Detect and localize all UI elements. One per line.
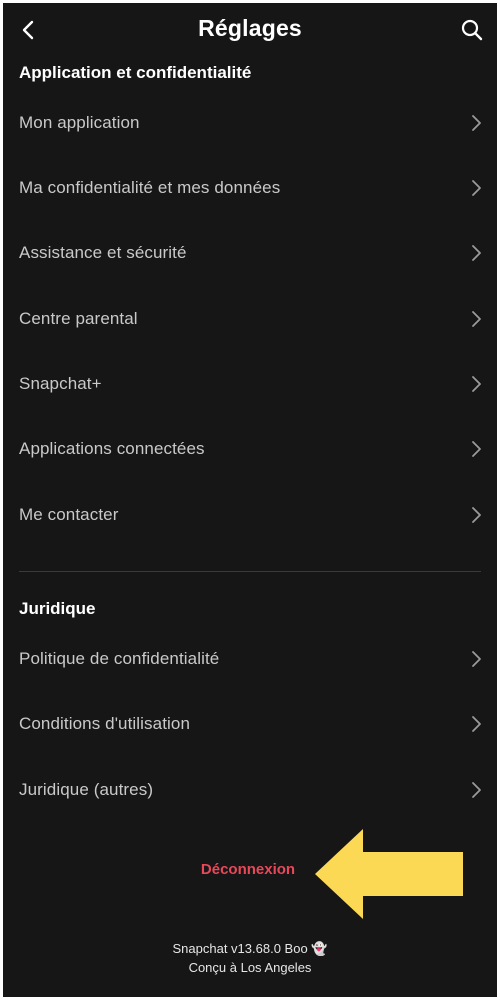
settings-item-support-safety[interactable]: Assistance et sécurité bbox=[3, 223, 497, 283]
chevron-right-icon bbox=[472, 180, 481, 196]
chevron-right-icon bbox=[472, 782, 481, 798]
settings-item-terms-of-use[interactable]: Conditions d'utilisation bbox=[3, 694, 497, 754]
made-in-text: Conçu à Los Angeles bbox=[188, 960, 312, 975]
settings-screen: Réglages Application et confidentialité … bbox=[3, 3, 497, 997]
chevron-right-icon bbox=[472, 441, 481, 457]
settings-item-label: Conditions d'utilisation bbox=[19, 714, 191, 733]
app-version-footer: Snapchat v13.68.0 Boo 👻 Conçu à Los Ange… bbox=[3, 939, 497, 977]
settings-item-label: Mon application bbox=[19, 113, 140, 132]
settings-item-label: Ma confidentialité et mes données bbox=[19, 178, 281, 197]
settings-item-privacy-data[interactable]: Ma confidentialité et mes données bbox=[3, 158, 497, 218]
chevron-right-icon bbox=[472, 115, 481, 131]
settings-item-privacy-policy[interactable]: Politique de confidentialité bbox=[3, 629, 497, 689]
settings-item-snapchat-plus[interactable]: Snapchat+ bbox=[3, 354, 497, 414]
header: Réglages bbox=[3, 3, 497, 57]
section-title-legal: Juridique bbox=[19, 599, 96, 618]
settings-item-label: Applications connectées bbox=[19, 439, 205, 458]
settings-item-label: Juridique (autres) bbox=[19, 780, 154, 799]
search-button[interactable] bbox=[457, 15, 487, 45]
settings-item-contact-me[interactable]: Me contacter bbox=[3, 485, 497, 545]
settings-item-family-center[interactable]: Centre parental bbox=[3, 289, 497, 349]
logout-label: Déconnexion bbox=[200, 861, 296, 878]
chevron-right-icon bbox=[472, 716, 481, 732]
arrow-left-icon bbox=[315, 829, 463, 919]
settings-item-connected-apps[interactable]: Applications connectées bbox=[3, 419, 497, 479]
chevron-right-icon bbox=[472, 311, 481, 327]
settings-item-label: Assistance et sécurité bbox=[19, 243, 187, 262]
section-divider bbox=[19, 571, 481, 572]
chevron-right-icon bbox=[472, 245, 481, 261]
settings-item-label: Snapchat+ bbox=[19, 374, 102, 393]
chevron-right-icon bbox=[472, 651, 481, 667]
page-title: Réglages bbox=[198, 15, 302, 41]
section-title-app-privacy: Application et confidentialité bbox=[19, 63, 252, 82]
chevron-right-icon bbox=[472, 376, 481, 392]
settings-item-label: Centre parental bbox=[19, 309, 138, 328]
settings-item-my-app[interactable]: Mon application bbox=[3, 93, 497, 153]
search-icon bbox=[461, 19, 483, 41]
chevron-right-icon bbox=[472, 507, 481, 523]
settings-item-legal-other[interactable]: Juridique (autres) bbox=[3, 760, 497, 820]
app-version-text: Snapchat v13.68.0 Boo 👻 bbox=[172, 941, 328, 956]
settings-item-label: Politique de confidentialité bbox=[19, 649, 220, 668]
settings-item-label: Me contacter bbox=[19, 505, 119, 524]
